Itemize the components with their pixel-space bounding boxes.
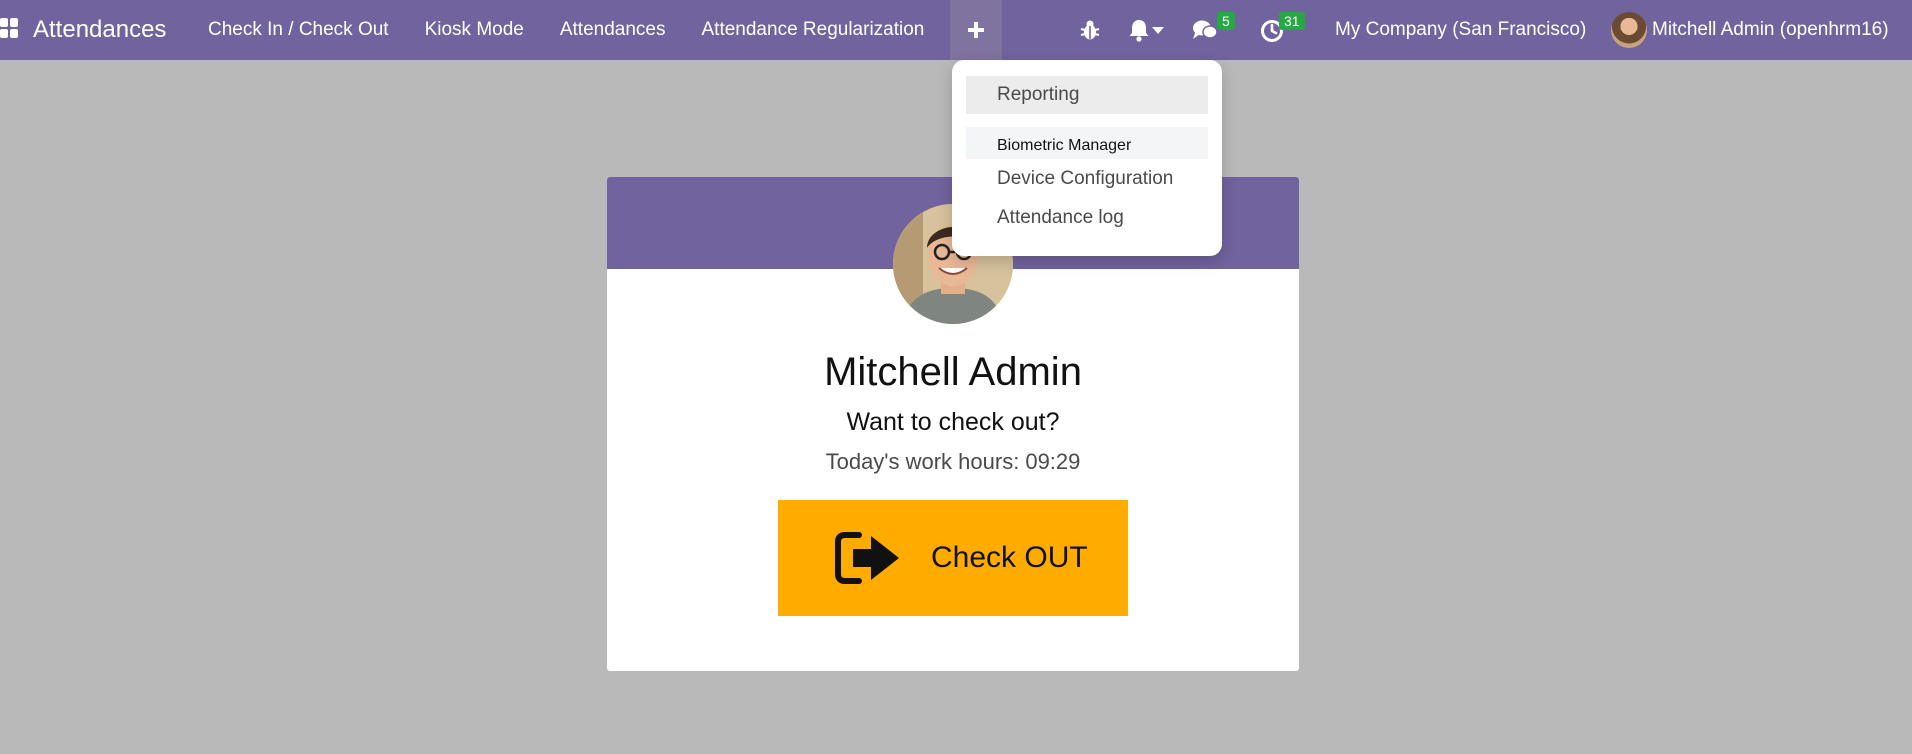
main-menu: Check In / Check Out Kiosk Mode Attendan…: [190, 0, 942, 60]
chat-icon[interactable]: [1192, 19, 1218, 41]
bug-icon[interactable]: [1080, 19, 1100, 41]
dropdown-section-biometric-manager: Biometric Manager: [966, 127, 1208, 159]
employee-name: Mitchell Admin: [824, 350, 1082, 394]
menu-item-attendance-regularization[interactable]: Attendance Regularization: [684, 0, 943, 60]
work-hours-value: 09:29: [1025, 449, 1081, 474]
user-menu[interactable]: Mitchell Admin (openhrm16): [1652, 0, 1889, 60]
messages-count-badge: 5: [1217, 12, 1235, 30]
work-hours-label: Today's work hours:: [825, 449, 1020, 474]
activities-count-badge: 31: [1279, 12, 1305, 30]
dropdown-item-device-configuration[interactable]: Device Configuration: [966, 163, 1208, 195]
caret-down-icon: [1152, 27, 1164, 34]
top-navbar: Attendances Check In / Check Out Kiosk M…: [0, 0, 1912, 60]
menu-item-attendances[interactable]: Attendances: [542, 0, 684, 60]
check-out-button[interactable]: Check OUT: [778, 500, 1128, 616]
company-switcher[interactable]: My Company (San Francisco): [1335, 0, 1586, 60]
dropdown-item-reporting[interactable]: Reporting: [966, 76, 1208, 114]
notifications-button[interactable]: [1128, 18, 1166, 42]
menu-item-kiosk-mode[interactable]: Kiosk Mode: [407, 0, 542, 60]
work-hours: Today's work hours: 09:29: [607, 449, 1299, 475]
plus-icon: [968, 22, 984, 38]
bell-icon: [1129, 20, 1149, 42]
user-avatar[interactable]: [1611, 12, 1647, 48]
check-out-prompt: Want to check out?: [846, 408, 1060, 436]
app-title[interactable]: Attendances: [33, 16, 166, 44]
menu-item-check-in-out[interactable]: Check In / Check Out: [190, 0, 407, 60]
apps-grid-icon[interactable]: [0, 18, 18, 40]
check-out-label: Check OUT: [931, 541, 1088, 574]
sign-out-icon: [835, 532, 899, 584]
dropdown-item-attendance-log[interactable]: Attendance log: [966, 202, 1208, 234]
more-menu-dropdown: Reporting Biometric Manager Device Confi…: [952, 60, 1222, 256]
more-menu-button[interactable]: [950, 0, 1002, 60]
